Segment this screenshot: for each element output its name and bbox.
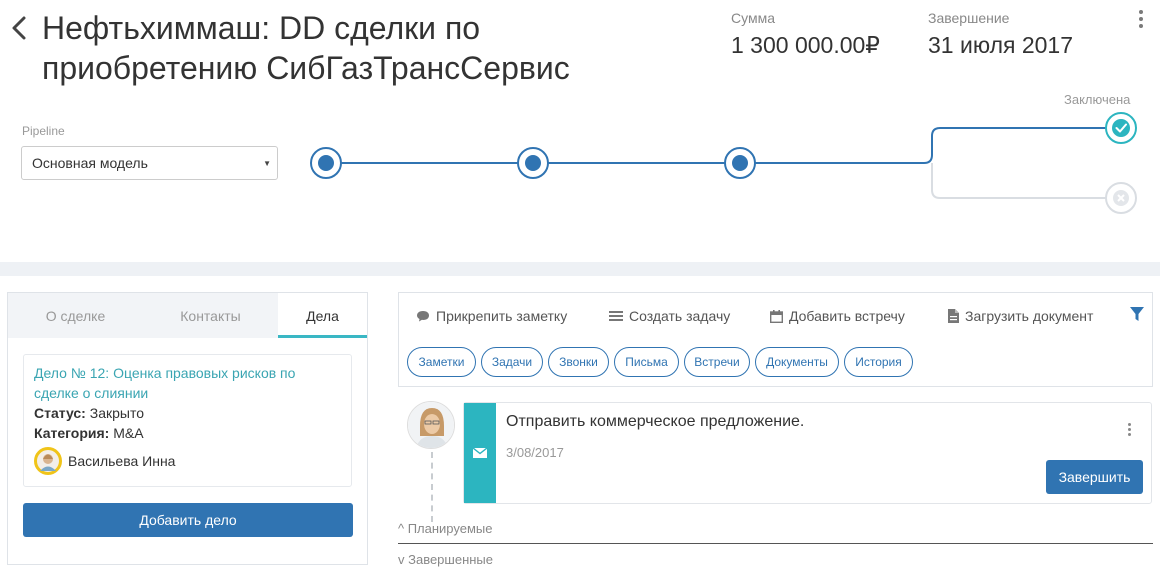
- case-status: Статус: Закрыто: [34, 403, 341, 423]
- end-date-block: Завершение 31 июля 2017: [928, 10, 1073, 59]
- stage-connector-won: [755, 127, 1107, 164]
- completed-section-toggle[interactable]: v Завершенные: [398, 552, 493, 567]
- task-date: 3/08/2017: [506, 445, 564, 460]
- planned-section-toggle[interactable]: ^ Планируемые: [398, 521, 493, 536]
- upload-document-button[interactable]: Загрузить документ: [948, 308, 1093, 324]
- task-more-icon[interactable]: [1128, 423, 1134, 438]
- envelope-icon: [473, 448, 487, 458]
- case-category: Категория: M&A: [34, 423, 341, 443]
- assignee-avatar[interactable]: [34, 447, 62, 475]
- task-title: Отправить коммерческое предложение.: [506, 413, 805, 430]
- end-date-label: Завершение: [928, 10, 1010, 26]
- activity-toolbar: Прикрепить заметку Создать задачу Добави…: [398, 292, 1153, 387]
- case-card: Дело № 12: Оценка правовых рисков по сде…: [23, 354, 352, 487]
- task-list-icon: [609, 311, 623, 321]
- complete-task-button[interactable]: Завершить: [1046, 460, 1143, 494]
- filter-chip-history[interactable]: История: [844, 347, 913, 377]
- pipeline-select-value: Основная модель: [32, 155, 148, 171]
- amount-block: Сумма 1 300 000.00₽: [731, 10, 880, 59]
- filter-chip-meetings[interactable]: Встречи: [684, 347, 750, 377]
- stage-connector-lost: [931, 163, 1107, 199]
- create-task-label: Создать задачу: [629, 308, 731, 324]
- calendar-icon: [770, 309, 783, 323]
- case-status-value: Закрыто: [89, 405, 144, 421]
- page-title: Нефтьхиммаш: DD сделки по приобретению С…: [42, 10, 570, 86]
- amount-value: 1 300 000.00₽: [731, 32, 880, 58]
- amount-label: Сумма: [731, 10, 775, 26]
- add-meeting-label: Добавить встречу: [789, 308, 905, 324]
- tab-cases[interactable]: Дела: [278, 293, 367, 338]
- more-menu-icon[interactable]: [1136, 10, 1146, 34]
- caret-down-icon: ▼: [263, 159, 271, 168]
- stage-won-check-icon[interactable]: [1105, 112, 1137, 144]
- stage-lost-x-icon[interactable]: [1105, 182, 1137, 214]
- pipeline-select[interactable]: Основная модель ▼: [21, 146, 278, 180]
- tab-contacts[interactable]: Контакты: [143, 293, 278, 338]
- attach-note-button[interactable]: Прикрепить заметку: [416, 308, 567, 324]
- stage-dot-2[interactable]: [517, 147, 549, 179]
- filter-chip-notes[interactable]: Заметки: [407, 347, 476, 377]
- timeline-connector: [431, 452, 433, 522]
- document-icon: [948, 309, 959, 323]
- stage-dot-1[interactable]: [310, 147, 342, 179]
- stage-dot-3[interactable]: [724, 147, 756, 179]
- pipeline-label: Pipeline: [22, 124, 65, 138]
- case-status-label: Статус:: [34, 405, 86, 421]
- side-tabs: О сделке Контакты Дела: [8, 293, 367, 338]
- back-arrow-icon[interactable]: [8, 12, 32, 44]
- task-card: Отправить коммерческое предложение. 3/08…: [463, 402, 1152, 504]
- section-divider: [0, 262, 1160, 276]
- add-case-button[interactable]: Добавить дело: [23, 503, 353, 537]
- task-type-strip: [464, 403, 496, 503]
- assignee-name: Васильева Инна: [68, 453, 176, 469]
- attach-note-label: Прикрепить заметку: [436, 308, 568, 324]
- upload-document-label: Загрузить документ: [965, 308, 1094, 324]
- add-meeting-button[interactable]: Добавить встречу: [770, 308, 905, 324]
- speech-bubble-icon: [417, 311, 429, 322]
- end-date-value: 31 июля 2017: [928, 32, 1073, 58]
- author-avatar[interactable]: [407, 401, 455, 449]
- case-title-link[interactable]: Дело № 12: Оценка правовых рисков по сде…: [34, 363, 341, 403]
- filter-chip-emails[interactable]: Письма: [614, 347, 679, 377]
- create-task-button[interactable]: Создать задачу: [609, 308, 730, 324]
- section-separator: [398, 543, 1153, 544]
- pipeline-stages: [310, 112, 1137, 214]
- filter-chip-tasks[interactable]: Задачи: [481, 347, 543, 377]
- filter-chip-calls[interactable]: Звонки: [548, 347, 609, 377]
- deal-side-panel: О сделке Контакты Дела Дело № 12: Оценка…: [7, 292, 368, 565]
- tab-about[interactable]: О сделке: [8, 293, 143, 338]
- case-category-label: Категория:: [34, 425, 110, 441]
- filter-icon[interactable]: [1130, 307, 1144, 326]
- filter-chip-documents[interactable]: Документы: [755, 347, 839, 377]
- case-category-value: M&A: [113, 425, 144, 441]
- case-assignee: Васильева Инна: [34, 447, 341, 475]
